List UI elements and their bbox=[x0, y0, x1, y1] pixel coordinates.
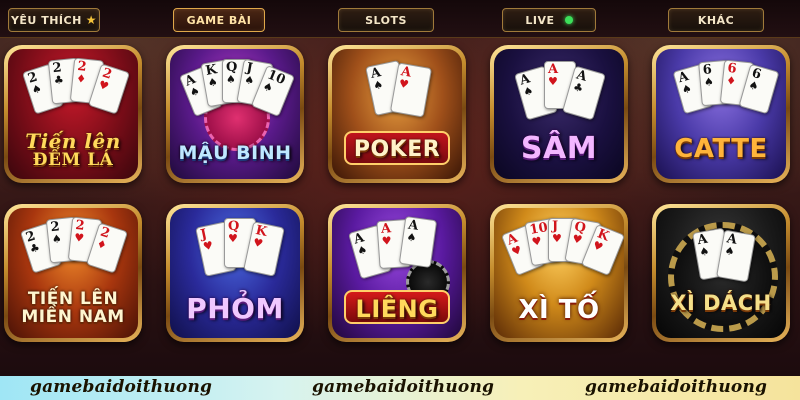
card-fan: A ♠ A ♠ bbox=[656, 218, 786, 288]
title-line-1: PHỎM bbox=[186, 292, 284, 326]
game-title: POKER bbox=[336, 136, 458, 162]
title-line-2: ĐẾM LÁ bbox=[32, 149, 114, 170]
tile-art: A ♠ A ♥ A ♣ SÂM bbox=[494, 49, 624, 179]
game-title: LIÊNG bbox=[336, 294, 458, 323]
card-fan: A ♠ A ♥ A ♣ bbox=[494, 59, 624, 129]
tab-label: LIVE bbox=[525, 13, 555, 27]
tab-live[interactable]: LIVE bbox=[502, 8, 596, 32]
game-tile-lieng[interactable]: A ♠ A ♥ A ♠ LIÊNG bbox=[328, 204, 466, 342]
tab-label: YÊU THÍCH bbox=[10, 13, 82, 27]
tile-art: A ♥ 10 ♥ J ♥ Q ♥ K ♥ XÌ TỐ bbox=[494, 208, 624, 338]
game-tile-tien-len-mien-nam[interactable]: 2 ♣ 2 ♠ 2 ♥ 2 ♦ TIẾN LÊN MIỀN NAM bbox=[4, 204, 142, 342]
card-fan: A ♠ A ♥ A ♠ bbox=[332, 216, 462, 288]
playing-card: A ♥ bbox=[389, 62, 433, 118]
game-title: SÂM bbox=[498, 134, 620, 165]
title-line-1: POKER bbox=[353, 136, 441, 162]
game-tile-xi-to[interactable]: A ♥ 10 ♥ J ♥ Q ♥ K ♥ XÌ TỐ bbox=[490, 204, 628, 342]
card-fan: A ♠ 6 ♠ 6 ♦ 6 ♠ bbox=[656, 59, 786, 129]
tab-favorites[interactable]: YÊU THÍCH ★ bbox=[8, 8, 100, 32]
playing-card: A ♠ bbox=[398, 216, 438, 268]
star-icon: ★ bbox=[85, 13, 98, 27]
tab-card-games[interactable]: GAME BÀI bbox=[173, 8, 265, 32]
tile-art: A ♠ A ♥ POKER bbox=[332, 49, 462, 179]
card-fan: A ♠ K ♠ Q ♠ J ♠ 10 ♠ bbox=[170, 58, 300, 129]
watermark-banner: gamebaidoithuong gamebaidoithuong gameba… bbox=[0, 376, 800, 400]
watermark-text: gamebaidoithuong bbox=[585, 377, 768, 397]
title-line-2: MIỀN NAM bbox=[21, 306, 125, 327]
tile-art: J ♥ Q ♥ K ♥ PHỎM bbox=[170, 208, 300, 338]
game-title: TIẾN LÊN MIỀN NAM bbox=[12, 291, 134, 326]
title-line-1: MẬU BINH bbox=[178, 141, 292, 164]
title-line-1: SÂM bbox=[520, 131, 598, 167]
live-dot-icon bbox=[564, 16, 573, 24]
game-tile-catte[interactable]: A ♠ 6 ♠ 6 ♦ 6 ♠ CATTE bbox=[652, 45, 790, 183]
tile-art: A ♠ K ♠ Q ♠ J ♠ 10 ♠ MẬU BINH bbox=[170, 49, 300, 179]
title-line-1: XÌ DÁCH bbox=[670, 290, 772, 315]
tab-other[interactable]: KHÁC bbox=[668, 8, 764, 32]
tile-art: 2 ♣ 2 ♠ 2 ♥ 2 ♦ TIẾN LÊN MIỀN NAM bbox=[8, 208, 138, 338]
playing-card: A ♠ bbox=[716, 229, 756, 283]
tile-art: 2 ♠ 2 ♣ 2 ♦ 2 ♥ Tiến lên ĐẾM LÁ bbox=[8, 49, 138, 179]
tab-label: SLOTS bbox=[365, 13, 407, 27]
game-title: XÌ DÁCH bbox=[660, 290, 782, 315]
card-fan: A ♠ A ♥ bbox=[332, 59, 462, 129]
game-title: XÌ TỐ bbox=[498, 297, 620, 324]
title-line-1: Tiến lên bbox=[25, 129, 121, 154]
tile-art: A ♠ A ♠ XÌ DÁCH bbox=[656, 208, 786, 338]
card-fan: 2 ♣ 2 ♠ 2 ♥ 2 ♦ bbox=[8, 216, 138, 288]
game-title: CATTE bbox=[660, 136, 782, 163]
game-title: PHỎM bbox=[174, 295, 296, 324]
game-tile-phom[interactable]: J ♥ Q ♥ K ♥ PHỎM bbox=[166, 204, 304, 342]
card-fan: J ♥ Q ♥ K ♥ bbox=[170, 218, 300, 288]
title-line-1: LIÊNG bbox=[355, 294, 439, 323]
game-tile-sam[interactable]: A ♠ A ♥ A ♣ SÂM bbox=[490, 45, 628, 183]
tab-label: GAME BÀI bbox=[186, 13, 252, 27]
game-tile-mau-binh[interactable]: A ♠ K ♠ Q ♠ J ♠ 10 ♠ MẬU BINH bbox=[166, 45, 304, 183]
title-line-1: CATTE bbox=[674, 134, 768, 165]
title-line-1: XÌ TỐ bbox=[518, 295, 600, 326]
game-tile-tien-len-dem-la[interactable]: 2 ♠ 2 ♣ 2 ♦ 2 ♥ Tiến lên ĐẾM LÁ bbox=[4, 45, 142, 183]
game-title: Tiến lên ĐẾM LÁ bbox=[12, 131, 134, 169]
game-lobby: YÊU THÍCH ★ GAME BÀI SLOTS LIVE KHÁC 2 ♠ … bbox=[0, 0, 800, 376]
card-fan: 2 ♠ 2 ♣ 2 ♦ 2 ♥ bbox=[8, 57, 138, 129]
watermark-text: gamebaidoithuong bbox=[30, 377, 213, 397]
game-tile-poker[interactable]: A ♠ A ♥ POKER bbox=[328, 45, 466, 183]
watermark-text: gamebaidoithuong bbox=[312, 377, 495, 397]
game-tile-xi-dach[interactable]: A ♠ A ♠ XÌ DÁCH bbox=[652, 204, 790, 342]
tile-art: A ♠ 6 ♠ 6 ♦ 6 ♠ CATTE bbox=[656, 49, 786, 179]
tab-label: KHÁC bbox=[697, 13, 735, 27]
card-fan: A ♥ 10 ♥ J ♥ Q ♥ K ♥ bbox=[494, 217, 624, 288]
game-title: MẬU BINH bbox=[174, 141, 296, 164]
category-tab-bar: YÊU THÍCH ★ GAME BÀI SLOTS LIVE KHÁC bbox=[0, 0, 800, 38]
tile-art: A ♠ A ♥ A ♠ LIÊNG bbox=[332, 208, 462, 338]
tab-slots[interactable]: SLOTS bbox=[338, 8, 434, 32]
